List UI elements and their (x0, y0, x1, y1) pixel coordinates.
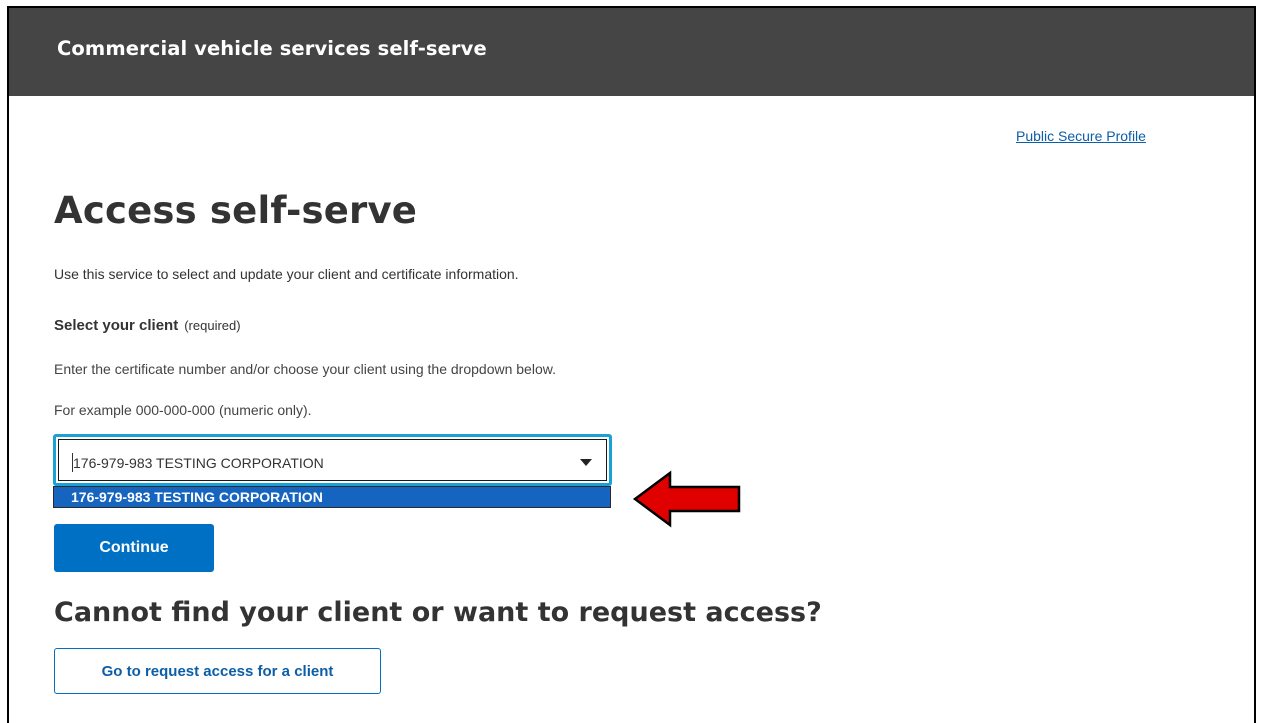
chevron-down-icon[interactable] (580, 459, 592, 466)
required-indicator: (required) (184, 318, 241, 333)
request-access-heading: Cannot find your client or want to reque… (54, 597, 822, 628)
page-title: Access self-serve (54, 189, 418, 232)
select-client-example: For example 000-000-000 (numeric only). (54, 402, 312, 418)
app-title: Commercial vehicle services self-serve (57, 37, 487, 60)
client-combobox-input[interactable]: 176-979-983 TESTING CORPORATION (58, 439, 607, 481)
continue-button[interactable]: Continue (54, 524, 214, 572)
header-bar: Commercial vehicle services self-serve (7, 6, 1256, 96)
client-combobox-value: 176-979-983 TESTING CORPORATION (73, 455, 324, 471)
client-combobox[interactable]: 176-979-983 TESTING CORPORATION (53, 434, 612, 486)
public-secure-profile-link[interactable]: Public Secure Profile (1016, 128, 1146, 144)
client-dropdown-list: 176-979-983 TESTING CORPORATION (53, 486, 611, 508)
left-arrow-icon (632, 470, 741, 528)
select-client-label-text: Select your client (54, 317, 179, 334)
select-client-label: Select your client (required) (54, 317, 241, 334)
select-client-help: Enter the certificate number and/or choo… (54, 361, 556, 377)
request-access-button[interactable]: Go to request access for a client (54, 648, 381, 694)
intro-text: Use this service to select and update yo… (54, 266, 519, 282)
client-option[interactable]: 176-979-983 TESTING CORPORATION (71, 489, 323, 505)
